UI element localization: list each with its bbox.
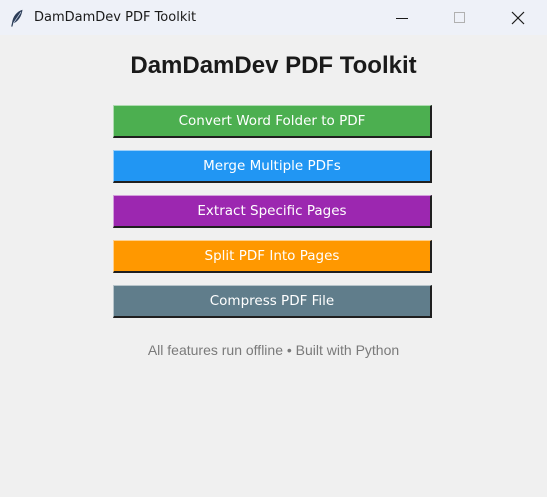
app-title: DamDamDev PDF Toolkit [130, 52, 417, 79]
footer-text: All features run offline • Built with Py… [147, 342, 400, 358]
minimize-icon [396, 17, 408, 19]
window-title: DamDamDev PDF Toolkit [34, 10, 197, 25]
close-icon [511, 11, 525, 24]
merge-pdfs-button[interactable]: Merge Multiple PDFs [113, 150, 432, 183]
minimize-button[interactable] [373, 0, 431, 35]
window-controls [373, 0, 547, 35]
main-panel: DamDamDev PDF Toolkit Convert Word Folde… [0, 35, 547, 497]
extract-pages-button[interactable]: Extract Specific Pages [113, 195, 432, 228]
compress-pdf-button[interactable]: Compress PDF File [113, 285, 432, 318]
title-bar: DamDamDev PDF Toolkit [0, 0, 547, 35]
split-pdf-button[interactable]: Split PDF Into Pages [113, 240, 432, 273]
maximize-button[interactable] [431, 0, 489, 35]
maximize-icon [454, 11, 465, 23]
convert-word-folder-button[interactable]: Convert Word Folder to PDF [113, 105, 432, 138]
feather-icon [0, 0, 34, 35]
close-button[interactable] [489, 0, 547, 35]
